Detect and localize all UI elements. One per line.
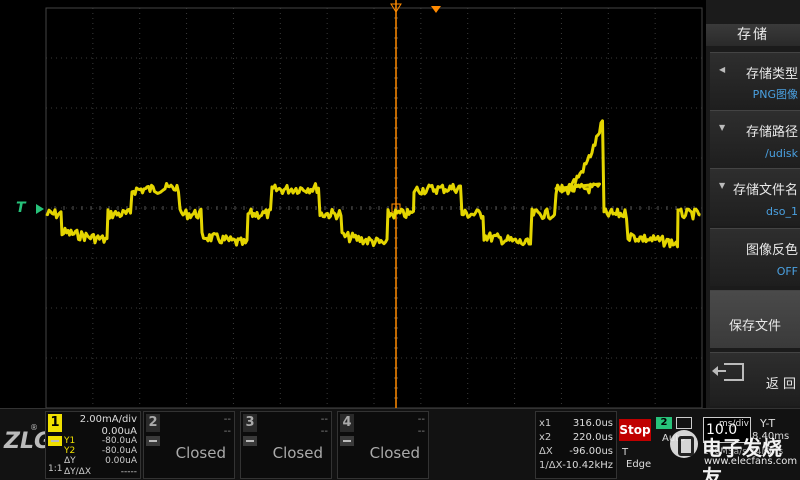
save-file-label: 保存文件	[728, 319, 781, 334]
storage-menu: 存储 ◀ 存储类型 PNG图像 ▼ 存储路径 /udisk ▼ 存储文件名 ds…	[706, 0, 800, 408]
channel1-waveform	[45, 119, 701, 249]
storage-type-value: PNG图像	[752, 88, 798, 101]
coupling-icon	[146, 436, 160, 446]
cursor-x1-label: x1	[539, 418, 552, 429]
cursor-x2-label: x2	[539, 432, 552, 443]
y2-label: Y2	[64, 446, 76, 456]
channel2-status: Closed	[175, 444, 226, 462]
save-file-button[interactable]: 保存文件	[710, 290, 800, 348]
trigger-level-text: T	[16, 200, 26, 216]
record-length: 14Mpts	[750, 447, 784, 457]
waveform-grid	[36, 0, 703, 408]
status-bar: ZLG ® 1 2.00mA/div 0.00uA Y1 -80.0uA Y2 …	[0, 408, 800, 480]
channel1-panel[interactable]: 1 2.00mA/div 0.00uA Y1 -80.0uA Y2 -80.0u…	[45, 411, 141, 479]
dydx-value: -----	[120, 467, 137, 477]
menu-item-file-name[interactable]: ▼ 存储文件名 dso_1	[710, 168, 800, 226]
sample-rate: 100MSa/s	[703, 447, 747, 457]
file-name-label: 存储文件名	[732, 183, 798, 198]
channel2-scale: --	[223, 414, 231, 425]
back-icon	[712, 363, 744, 381]
channel3-number: 3	[243, 414, 257, 432]
storage-path-value: /udisk	[765, 147, 798, 160]
dydx-label: ΔY/ΔX	[64, 467, 92, 477]
waveform-display[interactable]: T	[0, 0, 706, 408]
probe-ratio: 1:1	[48, 464, 63, 474]
menu-item-storage-type[interactable]: ◀ 存储类型 PNG图像	[710, 52, 800, 110]
storage-type-label: 存储类型	[745, 67, 798, 82]
run-stop-button[interactable]: Stop	[619, 419, 651, 441]
coupling-icon	[243, 436, 257, 446]
channel4-number: 4	[340, 414, 354, 432]
dy-label: ΔY	[64, 456, 76, 466]
display-mode: Y-T	[760, 417, 776, 430]
caret-left-icon: ◀	[719, 65, 726, 74]
channel3-status: Closed	[272, 444, 323, 462]
channel3-scale: --	[320, 414, 328, 425]
trigger-position: 8.40ms	[752, 431, 790, 442]
storage-path-label: 存储路径	[745, 125, 798, 140]
invert-color-value: OFF	[776, 265, 798, 278]
channel3-panel[interactable]: 3 -- -- Closed	[240, 411, 332, 479]
channel4-panel[interactable]: 4 -- -- Closed	[337, 411, 429, 479]
trigger-level-arrow-icon	[36, 204, 44, 214]
cursor-measurements[interactable]: x1 316.0us x2 220.0us ΔX -96.00us 1/ΔX -10.4…	[535, 411, 617, 479]
caret-down-icon: ▼	[719, 123, 726, 132]
dc-coupling-icon	[48, 436, 62, 446]
channel2-panel[interactable]: 2 -- -- Closed	[143, 411, 235, 479]
y2-value: -80.0uA	[101, 446, 137, 456]
file-name-value: dso_1	[766, 205, 798, 218]
channel3-offset: --	[320, 426, 328, 437]
channel2-number: 2	[146, 414, 160, 432]
back-button[interactable]: 返 回	[710, 352, 800, 406]
menu-item-storage-path[interactable]: ▼ 存储路径 /udisk	[710, 110, 800, 168]
timebase-box[interactable]: 10.0 ms/div	[703, 417, 751, 443]
invert-color-label: 图像反色	[745, 243, 798, 258]
cursor-dx-value: -96.00us	[569, 446, 613, 457]
cursor-freq-value: -10.42kHz	[562, 460, 613, 471]
timebase-unit: ms/div	[718, 419, 749, 429]
channel4-status: Closed	[369, 444, 420, 462]
cursor-x2-value: 220.0us	[572, 432, 613, 443]
channel4-scale: --	[417, 414, 425, 425]
channel1-number: 1	[48, 414, 62, 432]
horizontal-position-icon	[431, 6, 441, 13]
trigger-level-marker[interactable]: T	[16, 200, 26, 216]
caret-down-icon: ▼	[719, 181, 726, 190]
cursor-x1-value: 316.0us	[572, 418, 613, 429]
back-label: 返 回	[765, 377, 796, 392]
registered-icon: ®	[30, 423, 38, 432]
cursor-freq-label: 1/ΔX	[539, 460, 563, 471]
channel2-offset: --	[223, 426, 231, 437]
menu-title: 存储	[706, 24, 800, 46]
channel4-offset: --	[417, 426, 425, 437]
trigger-source-badge[interactable]: 2	[656, 417, 672, 429]
coupling-icon	[340, 436, 354, 446]
y1-label: Y1	[64, 436, 76, 446]
dy-value: 0.00uA	[105, 456, 137, 466]
y1-value: -80.0uA	[101, 436, 137, 446]
cursor-dx-label: ΔX	[539, 446, 553, 457]
menu-item-invert-color[interactable]: 图像反色 OFF	[710, 228, 800, 286]
trigger-type: Edge	[626, 459, 652, 470]
channel1-scale: 2.00mA/div	[79, 414, 137, 425]
trigger-mode: Auto	[662, 433, 686, 444]
trigger-edge-icon	[676, 417, 692, 429]
trigger-type-label: T	[622, 447, 629, 458]
